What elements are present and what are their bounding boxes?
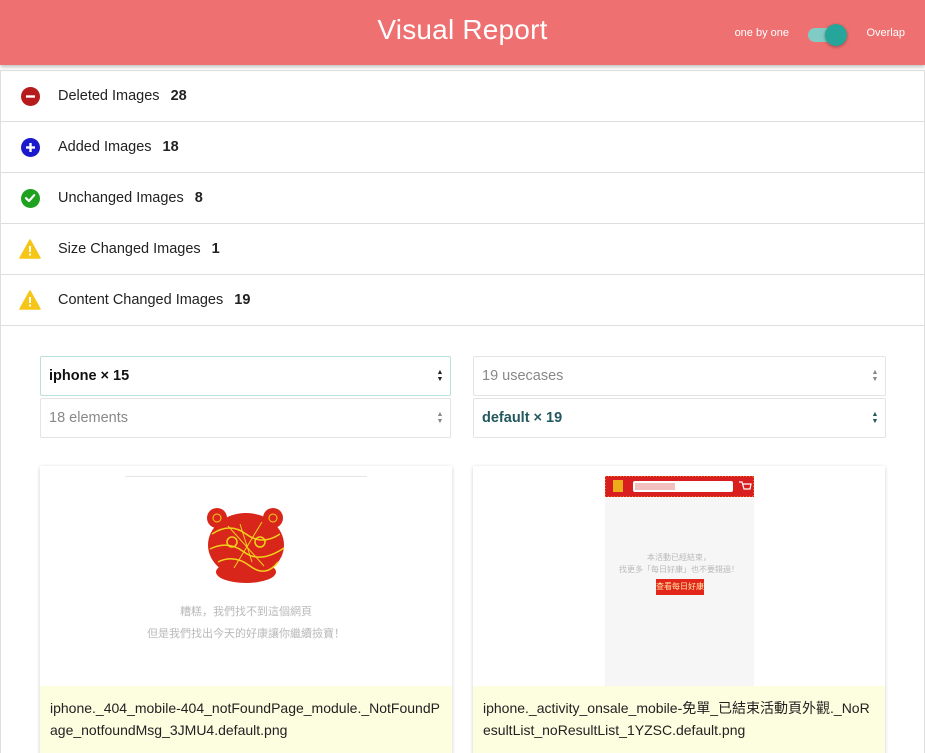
check-circle-icon bbox=[19, 187, 41, 209]
select-arrows-icon: ▲ ▼ bbox=[436, 411, 444, 425]
category-row-deleted[interactable]: Deleted Images 28 bbox=[1, 71, 924, 122]
category-label: Deleted Images bbox=[58, 88, 160, 104]
activity-ended-message: 本活動已經結束， bbox=[647, 553, 711, 562]
minus-circle-icon bbox=[19, 85, 41, 107]
view-mode-toggle[interactable] bbox=[808, 24, 848, 46]
activity-ended-submessage: 找更多「每日好康」也不要錯過！ bbox=[619, 565, 739, 574]
mode-label-one-by-one: one by one bbox=[734, 27, 789, 39]
not-found-message: 糟糕，我們找不到這個網頁 bbox=[180, 606, 312, 618]
usecase-select[interactable]: 19 usecases ▲ ▼ bbox=[473, 356, 886, 396]
category-label: Content Changed Images bbox=[58, 292, 224, 308]
select-arrows-icon: ▲ ▼ bbox=[436, 369, 444, 383]
image-filename: iphone._activity_onsale_mobile-免單_已結束活動頁… bbox=[473, 686, 885, 753]
image-preview: 糟糕，我們找不到這個網頁 但是我們找出今天的好康讓你繼續撿寶！ bbox=[40, 466, 452, 686]
category-count: 1 bbox=[211, 241, 220, 257]
select-arrows-icon: ▲ ▼ bbox=[871, 369, 879, 383]
mascot-diff-image bbox=[207, 508, 285, 583]
variant-select-value: default × 19 bbox=[482, 410, 563, 426]
category-row-unchanged[interactable]: Unchanged Images 8 bbox=[1, 173, 924, 224]
view-deals-button: 查看每日好康 bbox=[656, 579, 704, 595]
device-select[interactable]: iphone × 15 ▲ ▼ bbox=[40, 356, 451, 396]
category-label: Size Changed Images bbox=[58, 241, 201, 257]
not-found-submessage: 但是我們找出今天的好康讓你繼續撿寶！ bbox=[147, 628, 345, 640]
image-card[interactable]: 糟糕，我們找不到這個網頁 但是我們找出今天的好康讓你繼續撿寶！ iphone._… bbox=[40, 466, 452, 753]
category-label: Added Images bbox=[58, 139, 152, 155]
toggle-knob bbox=[825, 24, 847, 46]
header-bar: Visual Report one by one Overlap bbox=[0, 0, 925, 65]
usecase-select-value: 19 usecases bbox=[482, 368, 564, 384]
mode-label-overlap: Overlap bbox=[866, 27, 905, 39]
select-arrows-icon: ▲ ▼ bbox=[871, 411, 879, 425]
variant-select[interactable]: default × 19 ▲ ▼ bbox=[473, 398, 886, 438]
warning-icon bbox=[19, 289, 41, 311]
category-count: 28 bbox=[170, 88, 187, 104]
image-filename: iphone._404_mobile-404_notFoundPage_modu… bbox=[40, 686, 452, 753]
element-select[interactable]: 18 elements ▲ ▼ bbox=[40, 398, 451, 438]
category-count: 19 bbox=[234, 292, 251, 308]
category-row-size-changed[interactable]: Size Changed Images 1 bbox=[1, 224, 924, 275]
divider bbox=[125, 476, 367, 477]
warning-icon bbox=[19, 238, 41, 260]
plus-circle-icon bbox=[19, 136, 41, 158]
image-card[interactable]: 本活動已經結束， 找更多「每日好康」也不要錯過！ 查看每日好康 iphone._… bbox=[473, 466, 885, 753]
category-row-content-changed[interactable]: Content Changed Images 19 bbox=[1, 275, 924, 326]
app-top-bar bbox=[605, 476, 754, 497]
category-row-added[interactable]: Added Images 18 bbox=[1, 122, 924, 173]
image-preview: 本活動已經結束， 找更多「每日好康」也不要錯過！ 查看每日好康 bbox=[473, 466, 885, 686]
category-label: Unchanged Images bbox=[58, 190, 184, 206]
device-select-value: iphone × 15 bbox=[49, 368, 130, 384]
element-select-value: 18 elements bbox=[49, 410, 128, 426]
category-count: 8 bbox=[194, 190, 203, 206]
category-count: 18 bbox=[162, 139, 179, 155]
